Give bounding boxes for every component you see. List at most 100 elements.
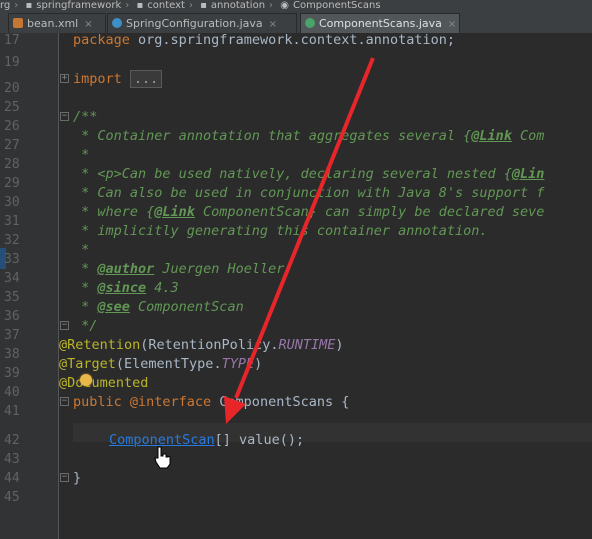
- javadoc-text: * implicitly generating this container a…: [73, 223, 488, 239]
- fold-collapse-icon[interactable]: −: [60, 473, 69, 482]
- annotation-file-icon: [305, 18, 315, 28]
- tab-label: SpringConfiguration.java: [126, 17, 263, 30]
- javadoc-tag: @Link: [471, 128, 512, 144]
- keyword: public @interface: [73, 394, 212, 410]
- line-number: 37: [4, 328, 20, 343]
- javadoc-text: ComponentScan} can simply be declared se…: [194, 204, 545, 220]
- code-line: ComponentScan[] value();: [109, 431, 304, 450]
- chevron-right-icon: ›: [188, 0, 193, 11]
- tab-label: bean.xml: [27, 17, 79, 30]
- keyword: import: [73, 71, 122, 87]
- line-number: 28: [4, 157, 20, 172]
- code-line: * @see ComponentScan: [73, 299, 244, 315]
- javadoc-text: * <p>Can be used natively, declaring sev…: [73, 166, 512, 182]
- javadoc-text: * where {: [73, 204, 155, 220]
- javadoc-text: * Can also be used in conjunction with J…: [73, 185, 545, 201]
- line-number: 40: [4, 385, 20, 400]
- tab-component-scans[interactable]: ComponentScans.java ×: [300, 13, 460, 33]
- lightbulb-icon[interactable]: [80, 374, 92, 386]
- xml-file-icon: [13, 18, 23, 28]
- constant: RUNTIME: [278, 337, 336, 353]
- fold-collapse-icon[interactable]: −: [60, 321, 69, 330]
- javadoc-text: ComponentScan: [129, 299, 244, 315]
- line-number: 42: [4, 433, 20, 448]
- code-line: @Target(ElementType.TYPE): [59, 355, 262, 374]
- code-line: * implicitly generating this container a…: [73, 222, 488, 241]
- code-line: * @since 4.3: [73, 280, 179, 296]
- line-number: 39: [4, 366, 20, 381]
- fold-expand-icon[interactable]: +: [60, 74, 69, 83]
- line-number: 33: [4, 252, 20, 267]
- tab-bean-xml[interactable]: bean.xml ×: [8, 13, 106, 33]
- line-number: 19: [4, 55, 20, 70]
- breadcrumb-item[interactable]: rg: [0, 0, 10, 11]
- constant: TYPE: [221, 356, 255, 372]
- line-number: 25: [4, 100, 20, 115]
- line-number-gutter[interactable]: 17 19 20 25 26 27 28 29 30 31 32 33 34 3…: [0, 33, 59, 539]
- tab-label: ComponentScans.java: [319, 17, 442, 30]
- javadoc-text: 4.3: [146, 280, 179, 296]
- javadoc-text: */: [73, 318, 98, 334]
- code-line: * Can also be used in conjunction with J…: [73, 184, 544, 203]
- annotation: @Retention: [59, 337, 141, 353]
- code-line: * @author Juergen Hoeller: [73, 261, 285, 277]
- annotation: @Documented: [59, 375, 149, 391]
- chevron-right-icon: ›: [14, 0, 19, 11]
- breadcrumb: rg › ▪ springframework › ▪ context › ▪ annotat…: [0, 0, 592, 11]
- breadcrumb-item[interactable]: context: [147, 0, 185, 11]
- annotation: @Target: [59, 356, 116, 372]
- folder-icon: ▪: [200, 0, 207, 11]
- javadoc-text: /**: [73, 109, 98, 125]
- collapsed-imports[interactable]: ...: [129, 70, 163, 88]
- line-number: 35: [4, 290, 20, 305]
- fold-collapse-icon[interactable]: −: [60, 112, 69, 121]
- breadcrumb-item[interactable]: annotation: [211, 0, 265, 11]
- javadoc-text: Com: [511, 128, 545, 144]
- line-number: 31: [4, 214, 20, 229]
- line-number: 36: [4, 309, 20, 324]
- javadoc-tag: @Lin: [511, 166, 545, 182]
- chevron-right-icon: ›: [125, 0, 130, 11]
- line-number: 32: [4, 233, 20, 248]
- javadoc-tag: @author: [97, 261, 155, 277]
- code-text: ): [335, 337, 344, 353]
- close-icon[interactable]: ×: [448, 19, 456, 30]
- code-line: }: [73, 469, 81, 488]
- line-number: 29: [4, 176, 20, 191]
- code-line: *: [73, 146, 89, 165]
- code-line: *: [73, 241, 89, 260]
- line-number: 44: [4, 471, 20, 486]
- code-line: @Documented: [59, 374, 148, 393]
- javadoc-text: * Container annotation that aggregates s…: [73, 128, 464, 144]
- line-number: 26: [4, 119, 20, 134]
- line-number: 27: [4, 138, 20, 153]
- line-number: 43: [4, 452, 20, 467]
- code-text: (ElementType.: [115, 356, 222, 372]
- annotation-file-icon: ◉: [280, 0, 289, 11]
- type-declaration: ComponentScans {: [211, 394, 350, 410]
- breadcrumb-item[interactable]: springframework: [36, 0, 121, 11]
- close-icon[interactable]: ×: [269, 19, 277, 30]
- code-text: ): [254, 356, 263, 372]
- code-line: * <p>Can be used natively, declaring sev…: [73, 165, 544, 184]
- javadoc-tag: @since: [97, 280, 147, 296]
- code-text: (RetentionPolicy.: [140, 337, 279, 353]
- line-number: 45: [4, 490, 20, 505]
- fold-collapse-icon[interactable]: −: [60, 397, 69, 406]
- breadcrumb-item[interactable]: ComponentScans: [293, 0, 381, 11]
- line-number: 41: [4, 404, 20, 419]
- line-number: 38: [4, 347, 20, 362]
- component-scan-link[interactable]: ComponentScan: [109, 432, 215, 448]
- line-number: 34: [4, 271, 20, 286]
- code-line: @Retention(RetentionPolicy.RUNTIME): [59, 336, 344, 355]
- closing-brace: }: [73, 470, 82, 486]
- close-icon[interactable]: ×: [84, 19, 92, 30]
- line-number: 20: [4, 81, 20, 96]
- code-line: import ...: [73, 70, 163, 89]
- folder-icon: ▪: [25, 0, 33, 11]
- folder-icon: ▪: [136, 0, 144, 11]
- tab-spring-configuration[interactable]: SpringConfiguration.java ×: [107, 13, 297, 33]
- code-text: [] value();: [214, 432, 305, 448]
- code-line: package org.springframework.context.anno…: [73, 31, 455, 50]
- code-editor[interactable]: package org.springframework.context.anno…: [59, 31, 592, 539]
